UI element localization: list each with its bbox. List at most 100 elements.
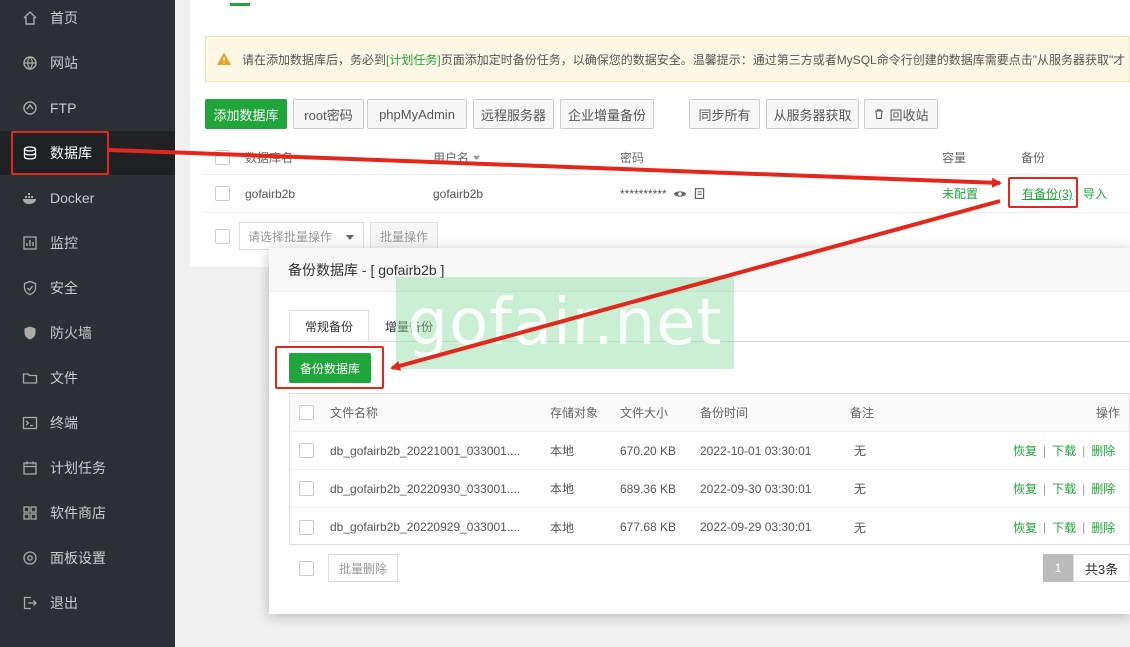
sidebar-item-website[interactable]: 网站	[0, 41, 175, 85]
sidebar-item-label: 计划任务	[50, 460, 106, 476]
header-backup: 备份	[1021, 150, 1046, 165]
monitor-icon	[22, 235, 38, 251]
sidebar-item-logout[interactable]: 退出	[0, 581, 175, 625]
sidebar-item-label: 文件	[50, 370, 78, 386]
db-table-header: 数据库名 用户名 密码 容量 备份	[205, 140, 1130, 175]
tab-regular-backup[interactable]: 常规备份	[289, 310, 369, 342]
select-all-checkbox[interactable]	[215, 149, 230, 165]
row-checkbox[interactable]	[299, 443, 314, 458]
action-separator: |	[1043, 520, 1047, 534]
download-link[interactable]: 下载	[1052, 519, 1076, 536]
enterprise-backup-button[interactable]: 企业增量备份	[560, 99, 654, 129]
header-actions: 操作	[1096, 406, 1121, 420]
recycle-bin-button[interactable]: 回收站	[864, 99, 938, 129]
delete-link[interactable]: 删除	[1091, 442, 1115, 459]
backup-note: 无	[854, 520, 867, 535]
batch-action-button[interactable]: 批量操作	[370, 222, 438, 250]
alert-text-before: 请在添加数据库后，务必到	[242, 52, 387, 67]
sidebar-item-label: Docker	[50, 190, 95, 206]
table-row: db_gofairb2b_20220929_033001.... 本地 677.…	[290, 508, 1129, 546]
sync-all-button[interactable]: 同步所有	[689, 99, 760, 129]
sidebar-item-label: 网站	[50, 55, 78, 71]
eye-icon[interactable]	[673, 187, 687, 201]
db-name: gofairb2b	[245, 186, 296, 201]
sidebar-item-cron[interactable]: 计划任务	[0, 446, 175, 490]
header-filename: 文件名称	[330, 406, 379, 420]
ftp-icon	[22, 100, 38, 116]
sort-down-icon	[472, 155, 481, 160]
sidebar-item-ftp[interactable]: FTP	[0, 86, 175, 130]
backup-storage: 本地	[550, 444, 575, 458]
settings-icon	[22, 550, 38, 566]
backup-size: 689.36 KB	[620, 481, 677, 496]
fetch-from-server-button[interactable]: 从服务器获取	[766, 99, 859, 129]
warning-icon	[217, 52, 231, 65]
sidebar-item-label: 防火墙	[50, 325, 92, 341]
sidebar-item-store[interactable]: 软件商店	[0, 491, 175, 535]
globe-icon	[22, 55, 38, 71]
sidebar-item-settings[interactable]: 面板设置	[0, 536, 175, 580]
sidebar-item-security[interactable]: 安全	[0, 266, 175, 310]
row-checkbox[interactable]	[215, 186, 230, 201]
restore-link[interactable]: 恢复	[1013, 442, 1037, 459]
backup-size: 670.20 KB	[620, 443, 677, 458]
db-password: **********	[620, 175, 706, 212]
sidebar-item-home[interactable]: 首页	[0, 0, 175, 40]
action-separator: |	[1082, 520, 1086, 534]
batch-delete-button[interactable]: 批量删除	[328, 554, 398, 582]
sidebar-item-files[interactable]: 文件	[0, 356, 175, 400]
sidebar-item-terminal[interactable]: 终端	[0, 401, 175, 445]
trash-icon	[875, 109, 884, 120]
pagination-total: 共3条	[1073, 554, 1130, 582]
sidebar-item-label: 监控	[50, 235, 78, 251]
firewall-icon	[22, 325, 38, 341]
sidebar-item-label: 退出	[50, 595, 78, 611]
chevron-down-icon	[346, 235, 354, 240]
backup-note: 无	[854, 482, 867, 496]
backup-time: 2022-09-29 03:30:01	[700, 520, 812, 534]
batch-select-all-checkbox[interactable]	[215, 228, 230, 244]
backup-select-all-checkbox[interactable]	[299, 405, 314, 420]
sidebar-item-label: 安全	[50, 280, 78, 296]
restore-link[interactable]: 恢复	[1013, 480, 1037, 497]
password-mask: **********	[620, 186, 667, 201]
cron-link[interactable]: [计划任务]	[386, 51, 441, 68]
footer-checkbox[interactable]	[299, 561, 314, 576]
sidebar-item-docker[interactable]: Docker	[0, 176, 175, 220]
sidebar-item-label: 面板设置	[50, 550, 106, 566]
download-link[interactable]: 下载	[1052, 442, 1076, 459]
action-separator: |	[1082, 481, 1086, 496]
sidebar-item-monitor[interactable]: 监控	[0, 221, 175, 265]
batch-action-placeholder: 请选择批量操作	[248, 229, 333, 244]
watermark: gofair.net	[396, 277, 734, 369]
backup-table: 文件名称 存储对象 文件大小 备份时间 备注 操作 db_gofairb2b_2…	[289, 393, 1130, 545]
delete-link[interactable]: 删除	[1091, 519, 1115, 536]
shield-icon	[22, 280, 38, 296]
backup-filename: db_gofairb2b_20220930_033001....	[330, 481, 521, 496]
sidebar-item-firewall[interactable]: 防火墙	[0, 311, 175, 355]
annotation-box-backup-button	[275, 346, 384, 389]
header-username[interactable]: 用户名	[433, 140, 481, 174]
download-link[interactable]: 下载	[1052, 480, 1076, 497]
db-username: gofairb2b	[433, 186, 484, 201]
pagination-current-page[interactable]: 1	[1043, 554, 1073, 582]
header-username-label: 用户名	[433, 150, 470, 165]
root-password-button[interactable]: root密码	[293, 99, 364, 129]
remote-server-button[interactable]: 远程服务器	[473, 99, 554, 129]
row-checkbox[interactable]	[299, 481, 314, 496]
header-db-name[interactable]: 数据库名	[245, 140, 293, 174]
restore-link[interactable]: 恢复	[1013, 519, 1037, 536]
add-database-button[interactable]: 添加数据库	[205, 99, 287, 129]
phpmyadmin-button[interactable]: phpMyAdmin	[367, 99, 467, 129]
delete-link[interactable]: 删除	[1091, 480, 1115, 497]
capacity-unconfigured-link[interactable]: 未配置	[942, 175, 978, 212]
import-link[interactable]: 导入	[1083, 175, 1107, 212]
backup-table-header: 文件名称 存储对象 文件大小 备份时间 备注 操作	[290, 394, 1129, 432]
copy-icon[interactable]	[693, 187, 706, 200]
batch-action-select[interactable]: 请选择批量操作	[239, 222, 364, 250]
backup-size: 677.68 KB	[620, 520, 677, 534]
backup-filename: db_gofairb2b_20220929_033001....	[330, 520, 521, 534]
table-row: db_gofairb2b_20220930_033001.... 本地 689.…	[290, 470, 1129, 508]
row-checkbox[interactable]	[299, 519, 314, 535]
backup-time: 2022-10-01 03:30:01	[700, 443, 812, 458]
